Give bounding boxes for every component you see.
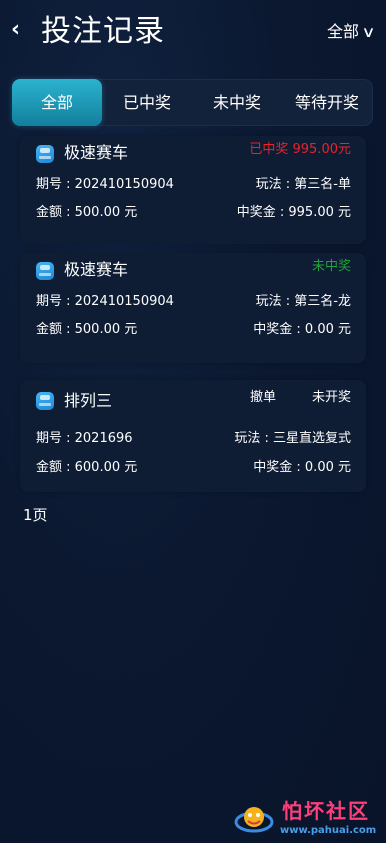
lottery-game-icon <box>36 262 54 280</box>
play-type: 玩法 : 第三名-龙 <box>255 294 351 309</box>
tab-all[interactable]: 全部 <box>12 79 102 126</box>
cancel-bet-button[interactable]: 撤单 <box>250 389 276 407</box>
prize-amount: 中奖金 : 0.00 元 <box>253 322 351 337</box>
tab-pending[interactable]: 等待开奖 <box>282 80 372 125</box>
filter-label: 全部 <box>327 22 360 41</box>
tab-won[interactable]: 已中奖 <box>102 80 192 125</box>
watermark-text: 怕坏社区 <box>282 799 370 823</box>
bet-amount: 金额 : 600.00 元 <box>36 460 138 475</box>
play-type: 玩法 : 三星直选复式 <box>234 431 351 446</box>
play-type: 玩法 : 第三名-单 <box>255 177 351 192</box>
header-bar: ‹ 投注记录 全部 ∨ <box>0 0 386 66</box>
record-status: 已中奖 995.00元 <box>249 142 351 157</box>
lottery-game-icon <box>36 145 54 163</box>
page-indicator: 1页 <box>23 506 48 524</box>
back-icon[interactable]: ‹ <box>11 17 31 43</box>
filter-dropdown[interactable]: 全部 ∨ <box>327 20 376 44</box>
period-number: 期号 : 202410150904 <box>36 177 174 192</box>
game-name: 极速赛车 <box>64 260 129 279</box>
bet-amount: 金额 : 500.00 元 <box>36 205 138 220</box>
game-name: 排列三 <box>64 391 113 410</box>
app-screen: { "header": { "back_label": "‹", "title"… <box>0 0 386 843</box>
bet-record-card[interactable]: 极速赛车 未中奖 期号 : 202410150904 玩法 : 第三名-龙 金额… <box>20 253 366 363</box>
bet-record-card[interactable]: 极速赛车 已中奖 995.00元 期号 : 202410150904 玩法 : … <box>20 136 366 244</box>
watermark-logo-icon <box>234 807 274 833</box>
record-status: 未中奖 <box>311 259 351 274</box>
bet-amount: 金额 : 500.00 元 <box>36 322 138 337</box>
watermark-url: www.pahuai.com <box>280 825 377 836</box>
game-name: 极速赛车 <box>64 143 129 162</box>
chevron-down-icon: ∨ <box>361 23 376 41</box>
status-tabs: 全部 已中奖 未中奖 等待开奖 <box>12 79 373 126</box>
prize-amount: 中奖金 : 995.00 元 <box>236 205 351 220</box>
period-number: 期号 : 202410150904 <box>36 294 174 309</box>
page-title: 投注记录 <box>41 14 165 49</box>
watermark: 怕坏社区 www.pahuai.com <box>234 799 382 840</box>
period-number: 期号 : 2021696 <box>36 431 133 446</box>
tab-lost[interactable]: 未中奖 <box>192 80 282 125</box>
lottery-game-icon <box>36 392 54 410</box>
prize-amount: 中奖金 : 0.00 元 <box>253 460 351 475</box>
record-status: 未开奖 <box>311 390 351 405</box>
bet-record-card[interactable]: 排列三 撤单 未开奖 期号 : 2021696 玩法 : 三星直选复式 金额 :… <box>20 380 366 492</box>
